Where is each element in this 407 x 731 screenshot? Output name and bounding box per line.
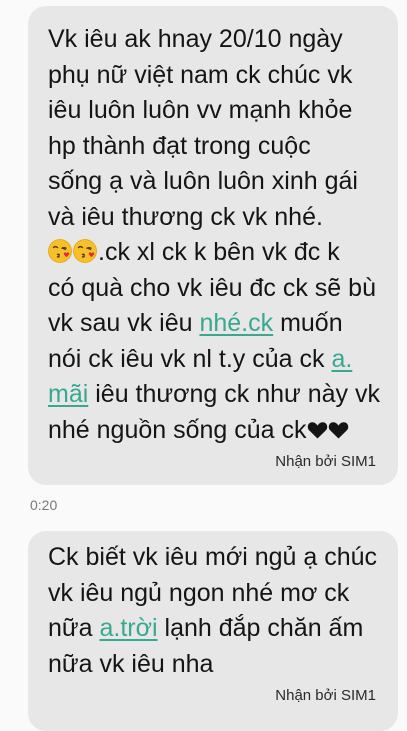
message-text-span: vk sau vk iêu: [48, 309, 200, 337]
message-line: sống ạ và luôn luôn xinh gái: [48, 167, 358, 195]
message-text-span: .ck xl ck k bên vk đc k: [98, 238, 340, 266]
black-heart-icon: [307, 421, 327, 438]
message-bubble-1[interactable]: Vk iêu ak hnay 20/10 ngày phụ nữ việt na…: [28, 6, 398, 485]
message-line: Ck biết vk iêu mới ngủ ạ chúc: [48, 543, 378, 571]
message-text-2: Ck biết vk iêu mới ngủ ạ chúc vk iêu ngủ…: [48, 531, 384, 682]
message-text-span: nữa: [48, 614, 100, 642]
message-text-span: iêu thương ck như này vk: [88, 380, 380, 408]
delivery-receipt: Nhận bởi SIM1: [275, 453, 376, 470]
message-bubble-2[interactable]: Ck biết vk iêu mới ngủ ạ chúc vk iêu ngủ…: [28, 531, 398, 731]
message-text-span: nói ck iêu vk nl t.y của ck: [48, 344, 332, 373]
message-line: iêu luôn luôn vv mạnh khỏe: [48, 96, 353, 124]
message-line: nữa vk iêu nha: [48, 649, 214, 678]
message-timestamp: 0:20: [30, 497, 58, 513]
message-text-span: lạnh đắp chăn ấm: [157, 614, 364, 642]
message-line: hp thành đạt trong cuộc: [48, 131, 311, 160]
delivery-receipt: Nhận bởi SIM1: [275, 687, 376, 704]
black-heart-icon: [328, 421, 348, 438]
message-text-span: nhé nguồn sống của ck: [48, 415, 307, 444]
message-line: .ck xl ck k bên vk đc k: [48, 235, 384, 271]
message-line: Vk iêu ak hnay 20/10 ngày: [48, 25, 343, 53]
message-link[interactable]: a.trời: [100, 614, 158, 642]
message-link[interactable]: nhé.ck: [199, 309, 273, 337]
message-line: phụ nữ việt nam ck chúc vk: [48, 60, 353, 89]
message-link[interactable]: a.: [331, 345, 352, 373]
message-line: nhé nguồn sống của ck: [48, 413, 384, 449]
message-line: vk iêu ngủ ngon nhé mơ ck: [48, 578, 350, 607]
message-text-span: muốn: [273, 309, 343, 337]
message-line: có quà cho vk iêu đc ck sẽ bù: [48, 273, 376, 302]
message-line: vk sau vk iêu nhé.ck muốn: [48, 306, 384, 342]
kissing-face-with-heart-icon: [73, 239, 97, 263]
kissing-face-with-heart-icon: [48, 239, 72, 263]
message-line: mãi iêu thương ck như này vk: [48, 377, 384, 413]
message-text-1: Vk iêu ak hnay 20/10 ngày phụ nữ việt na…: [48, 6, 384, 448]
message-link[interactable]: mãi: [48, 380, 88, 408]
message-line: nói ck iêu vk nl t.y của ck a.: [48, 342, 384, 378]
message-line: nữa a.trời lạnh đắp chăn ấm: [48, 611, 384, 647]
message-line: và iêu thương ck vk nhé.: [48, 202, 323, 231]
